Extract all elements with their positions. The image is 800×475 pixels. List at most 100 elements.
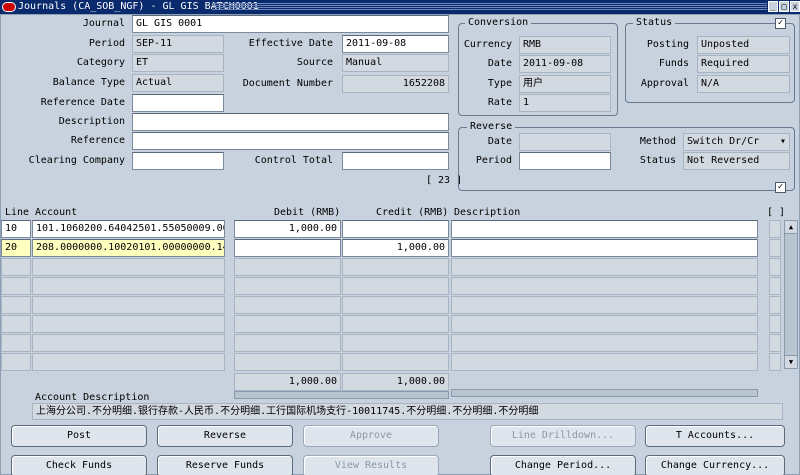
reference-field[interactable] (132, 132, 449, 150)
empty-row-6-debit[interactable] (234, 315, 341, 333)
empty-row-8-debit[interactable] (234, 353, 341, 371)
empty-row-8-description[interactable] (451, 353, 758, 371)
posting-field[interactable]: Unposted (697, 36, 790, 54)
empty-row-7-debit[interactable] (234, 334, 341, 352)
empty-row-7-account[interactable] (32, 334, 225, 352)
row-2-line[interactable]: 20 (1, 239, 31, 257)
empty-row-4-description[interactable] (451, 277, 758, 295)
clearing-company-field[interactable] (132, 152, 224, 170)
view-results-button[interactable]: View Results (303, 455, 439, 475)
reverse-date-field[interactable] (519, 133, 611, 151)
approval-field[interactable]: N/A (697, 75, 790, 93)
minimize-button[interactable]: _ (768, 1, 778, 12)
source-field[interactable]: Manual (342, 54, 449, 72)
chevron-down-icon: ▾ (779, 136, 786, 147)
empty-row-4-flex[interactable] (769, 277, 781, 295)
row-1-account[interactable]: 101.1060200.64042501.55050009.00000 (32, 220, 225, 238)
empty-row-3-debit[interactable] (234, 258, 341, 276)
empty-row-4-credit[interactable] (342, 277, 449, 295)
control-total-field[interactable] (342, 152, 449, 170)
total-credit: 1,000.00 (342, 373, 449, 391)
row-1-credit[interactable] (342, 220, 449, 238)
conversion-rate-field[interactable]: 1 (519, 94, 611, 112)
post-button[interactable]: Post (11, 425, 147, 447)
empty-row-5-line[interactable] (1, 296, 31, 314)
empty-row-7-description[interactable] (451, 334, 758, 352)
empty-row-4-line[interactable] (1, 277, 31, 295)
empty-row-8-flex[interactable] (769, 353, 781, 371)
lines-checkbox[interactable]: ✓ (775, 182, 786, 193)
empty-row-5-description[interactable] (451, 296, 758, 314)
empty-row-3-flex[interactable] (769, 258, 781, 276)
category-field[interactable]: ET (132, 54, 224, 72)
row-1-description[interactable] (451, 220, 758, 238)
empty-row-6-description[interactable] (451, 315, 758, 333)
reverse-period-field[interactable] (519, 152, 611, 170)
empty-row-8-credit[interactable] (342, 353, 449, 371)
period-field[interactable]: SEP-11 (132, 35, 224, 53)
row-1-line[interactable]: 10 (1, 220, 31, 238)
empty-row-6-flex[interactable] (769, 315, 781, 333)
empty-row-7-line[interactable] (1, 334, 31, 352)
t-accounts-button[interactable]: T Accounts... (645, 425, 785, 447)
currency-field[interactable]: RMB (519, 36, 611, 54)
change-currency-button[interactable]: Change Currency... (645, 455, 785, 475)
document-number-field[interactable]: 1652208 (342, 75, 449, 93)
empty-row-3-account[interactable] (32, 258, 225, 276)
funds-field[interactable]: Required (697, 55, 790, 73)
col-line-header: Line (5, 207, 30, 218)
attachment-count[interactable]: [ 23 ] (426, 174, 462, 188)
conversion-date-field[interactable]: 2011-09-08 (519, 55, 611, 73)
empty-row-3-credit[interactable] (342, 258, 449, 276)
empty-row-5-flex[interactable] (769, 296, 781, 314)
conversion-title: Conversion (465, 17, 532, 29)
empty-row-8-line[interactable] (1, 353, 31, 371)
empty-row-5-account[interactable] (32, 296, 225, 314)
balance-type-label: Balance Type (52, 77, 125, 88)
empty-row-6-account[interactable] (32, 315, 225, 333)
empty-row-4-debit[interactable] (234, 277, 341, 295)
col-account-header: Account (35, 207, 78, 218)
journal-name-field[interactable]: GL GIS 0001 (132, 15, 449, 33)
approve-button[interactable]: Approve (303, 425, 439, 447)
conversion-type-field[interactable]: 用户 (519, 75, 611, 93)
reserve-funds-button[interactable]: Reserve Funds (157, 455, 293, 475)
line-drilldown-button[interactable]: Line Drilldown... (490, 425, 636, 447)
empty-row-3-line[interactable] (1, 258, 31, 276)
empty-row-4-account[interactable] (32, 277, 225, 295)
effective-date-label: Effective Date (248, 38, 333, 49)
reverse-button[interactable]: Reverse (157, 425, 293, 447)
row-2-debit[interactable] (234, 239, 341, 257)
row-2-flex[interactable] (769, 239, 781, 257)
amount-hscrollbar[interactable] (234, 391, 449, 399)
maximize-button[interactable]: □ (779, 1, 789, 12)
empty-row-3-description[interactable] (451, 258, 758, 276)
row-2-description[interactable] (451, 239, 758, 257)
reverse-status-field[interactable]: Not Reversed (683, 152, 790, 170)
description-hscrollbar[interactable] (451, 389, 758, 397)
method-value: Switch Dr/Cr (687, 136, 760, 147)
row-2-credit[interactable]: 1,000.00 (342, 239, 449, 257)
lines-scrollbar[interactable] (784, 220, 798, 369)
empty-row-5-credit[interactable] (342, 296, 449, 314)
balance-type-field[interactable]: Actual (132, 74, 224, 92)
row-1-debit[interactable]: 1,000.00 (234, 220, 341, 238)
row-1-flex[interactable] (769, 220, 781, 238)
empty-row-5-debit[interactable] (234, 296, 341, 314)
close-button[interactable]: x (790, 1, 800, 12)
arrow-up-icon[interactable]: ▲ (784, 220, 798, 234)
empty-row-7-flex[interactable] (769, 334, 781, 352)
empty-row-6-line[interactable] (1, 315, 31, 333)
status-checkbox[interactable]: ✓ (775, 18, 786, 29)
arrow-down-icon[interactable]: ▼ (784, 355, 798, 369)
reference-date-field[interactable] (132, 94, 224, 112)
method-select[interactable]: Switch Dr/Cr ▾ (683, 133, 790, 151)
empty-row-7-credit[interactable] (342, 334, 449, 352)
row-2-account[interactable]: 208.0000000.10020101.00000000.14005 (32, 239, 225, 257)
empty-row-6-credit[interactable] (342, 315, 449, 333)
change-period-button[interactable]: Change Period... (490, 455, 636, 475)
effective-date-field[interactable]: 2011-09-08 (342, 35, 449, 53)
description-field[interactable] (132, 113, 449, 131)
empty-row-8-account[interactable] (32, 353, 225, 371)
check-funds-button[interactable]: Check Funds (11, 455, 147, 475)
